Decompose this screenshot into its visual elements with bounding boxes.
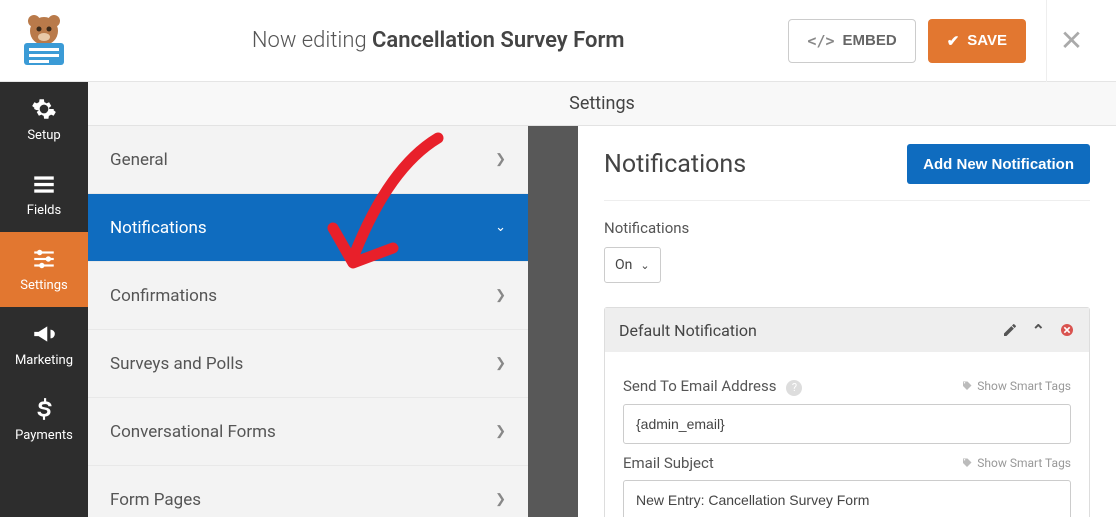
tag-icon (961, 380, 973, 392)
notification-card: Default Notification ⌃ Send To Email Add… (604, 307, 1090, 517)
subject-row: Email Subject Show Smart Tags (623, 454, 1071, 472)
settings-item-label: Surveys and Polls (110, 354, 243, 374)
chevron-right-icon: ❯ (495, 492, 506, 507)
main-area: Settings General ❯ Notifications ⌄ Confi… (88, 82, 1116, 517)
show-smart-tags-link[interactable]: Show Smart Tags (961, 456, 1071, 470)
send-to-label: Send To Email Address (623, 377, 776, 395)
save-button-label: SAVE (967, 32, 1007, 49)
columns: General ❯ Notifications ⌄ Confirmations … (88, 126, 1116, 517)
rail-item-setup[interactable]: Setup (0, 82, 88, 157)
send-to-row: Send To Email Address ? Show Smart Tags (623, 376, 1071, 396)
notifications-toggle-label: Notifications (604, 219, 1090, 237)
notifications-toggle-select[interactable]: On ⌄ (604, 247, 661, 283)
delete-icon[interactable] (1059, 322, 1075, 338)
settings-item-label: Confirmations (110, 286, 217, 306)
embed-button-label: EMBED (843, 32, 897, 49)
close-button[interactable]: ✕ (1046, 0, 1096, 82)
settings-item-label: Form Pages (110, 490, 201, 510)
list-icon (31, 171, 57, 197)
rail-label: Fields (27, 203, 61, 218)
subheader: Settings (88, 82, 1116, 126)
select-value: On (615, 257, 632, 273)
chevron-down-icon: ⌄ (495, 220, 506, 235)
sliders-icon (31, 246, 57, 272)
notification-card-actions: ⌃ (1002, 321, 1075, 340)
code-icon: </> (807, 32, 834, 50)
notification-card-header: Default Notification ⌃ (605, 308, 1089, 352)
chevron-right-icon: ❯ (495, 288, 506, 303)
settings-item-general[interactable]: General ❯ (88, 126, 528, 194)
settings-item-confirmations[interactable]: Confirmations ❯ (88, 262, 528, 330)
subheader-title: Settings (569, 93, 635, 114)
add-notification-button[interactable]: Add New Notification (907, 144, 1090, 184)
notification-card-title: Default Notification (619, 321, 757, 340)
show-smart-tags-link[interactable]: Show Smart Tags (961, 379, 1071, 393)
left-rail: Setup Fields Settings Marketing Payments (0, 82, 88, 517)
dollar-icon (31, 396, 57, 422)
rail-label: Payments (15, 428, 73, 443)
settings-item-notifications[interactable]: Notifications ⌄ (88, 194, 528, 262)
rail-label: Settings (20, 278, 67, 293)
column-divider (528, 126, 578, 517)
rail-item-fields[interactable]: Fields (0, 157, 88, 232)
save-button[interactable]: ✔ SAVE (928, 19, 1026, 63)
chevron-up-icon[interactable]: ⌃ (1032, 321, 1045, 340)
help-icon[interactable]: ? (786, 380, 802, 396)
send-to-input[interactable] (623, 404, 1071, 444)
chevron-right-icon: ❯ (495, 152, 506, 167)
gear-icon (31, 96, 57, 122)
rail-item-marketing[interactable]: Marketing (0, 307, 88, 382)
close-icon: ✕ (1060, 24, 1083, 57)
chevron-right-icon: ❯ (495, 356, 506, 371)
panel-header: Notifications Add New Notification (604, 144, 1090, 201)
rail-item-payments[interactable]: Payments (0, 382, 88, 457)
rail-item-settings[interactable]: Settings (0, 232, 88, 307)
app-logo (0, 0, 88, 82)
bullhorn-icon (31, 321, 57, 347)
notification-card-body: Send To Email Address ? Show Smart Tags … (605, 352, 1089, 517)
rail-label: Setup (27, 128, 60, 143)
settings-item-conversational[interactable]: Conversational Forms ❯ (88, 398, 528, 466)
editing-prefix: Now editing (252, 28, 372, 53)
rail-label: Marketing (15, 353, 73, 368)
settings-item-label: Notifications (110, 218, 207, 238)
settings-item-formpages[interactable]: Form Pages ❯ (88, 466, 528, 517)
header-title: Now editing Cancellation Survey Form (88, 28, 788, 53)
chevron-down-icon: ⌄ (640, 259, 649, 272)
chevron-right-icon: ❯ (495, 424, 506, 439)
app-header: Now editing Cancellation Survey Form </>… (0, 0, 1116, 82)
check-icon: ✔ (947, 32, 960, 50)
subject-input[interactable] (623, 480, 1071, 517)
settings-item-label: General (110, 150, 168, 170)
pencil-icon[interactable] (1002, 322, 1018, 338)
form-name: Cancellation Survey Form (372, 28, 625, 53)
subject-label: Email Subject (623, 454, 714, 472)
embed-button[interactable]: </> EMBED (788, 19, 915, 63)
notifications-panel: Notifications Add New Notification Notif… (578, 126, 1116, 517)
settings-list[interactable]: General ❯ Notifications ⌄ Confirmations … (88, 126, 528, 517)
settings-item-label: Conversational Forms (110, 422, 276, 442)
panel-title: Notifications (604, 150, 746, 179)
tag-icon (961, 457, 973, 469)
settings-item-surveys[interactable]: Surveys and Polls ❯ (88, 330, 528, 398)
